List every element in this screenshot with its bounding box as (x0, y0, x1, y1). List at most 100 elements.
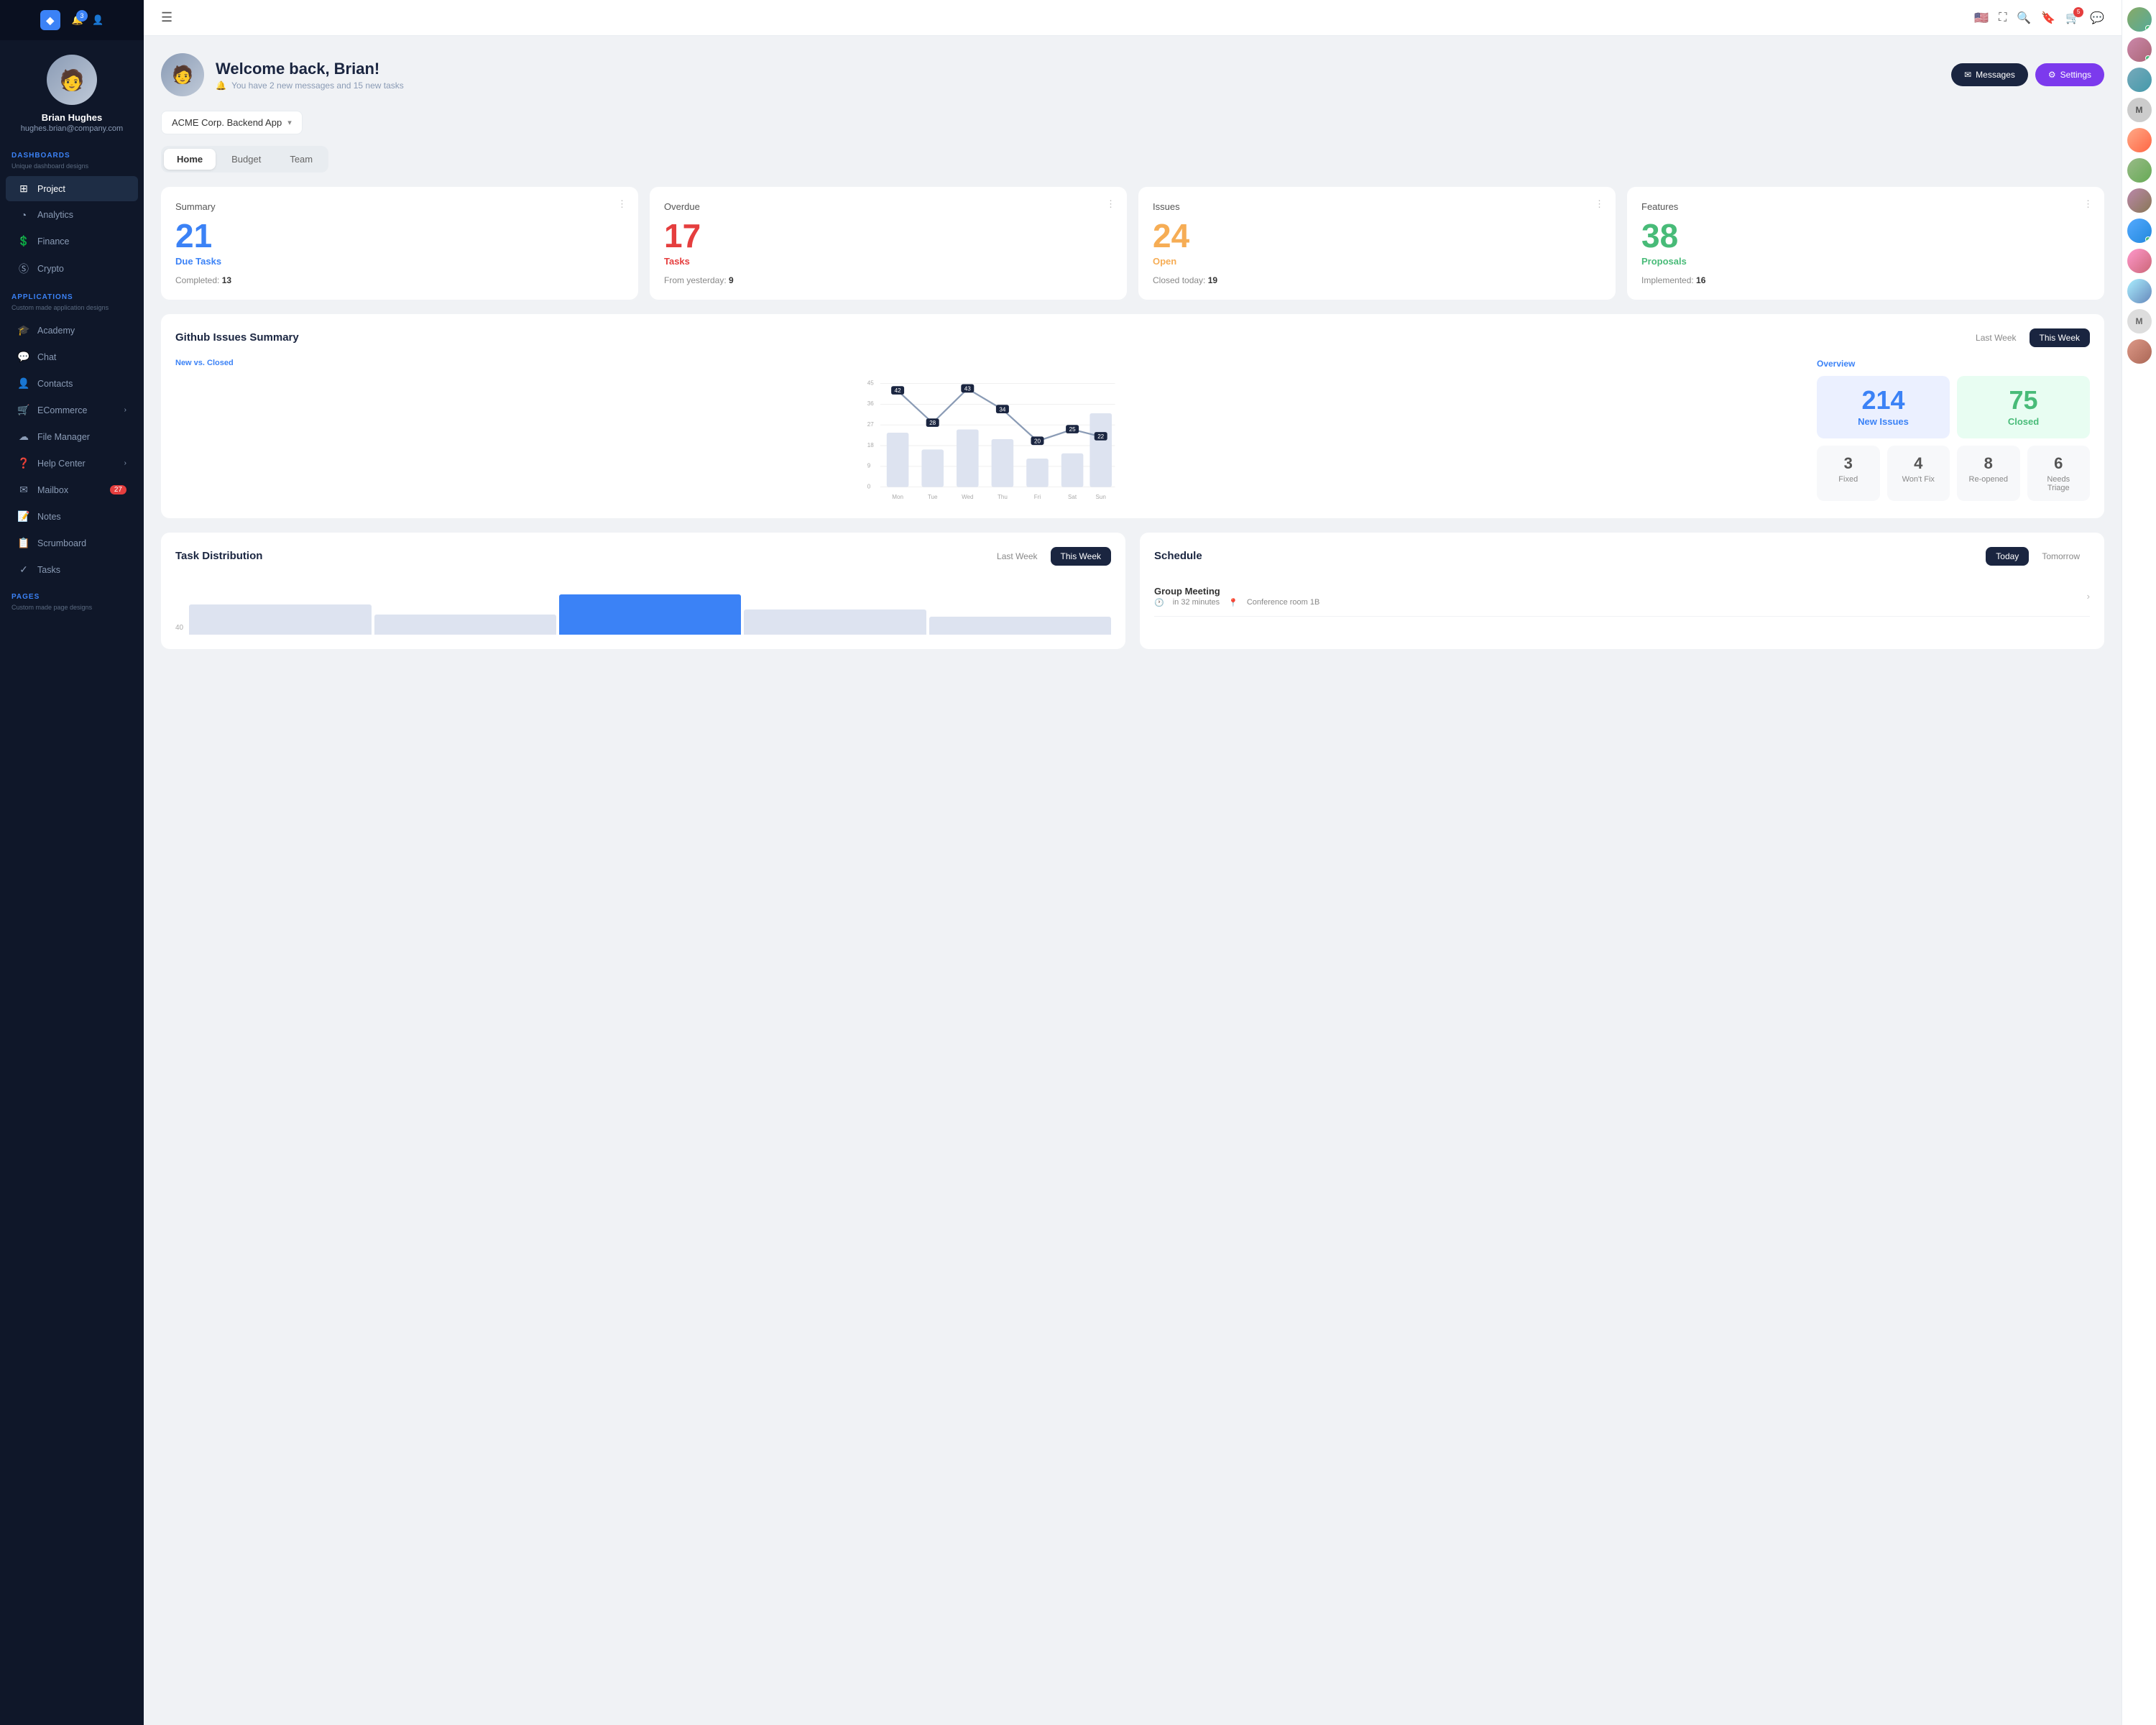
stat-card-features: Features ⋮ 38 Proposals Implemented: 16 (1627, 187, 2104, 300)
svg-text:27: 27 (867, 421, 874, 428)
tab-budget[interactable]: Budget (218, 149, 274, 170)
tab-home[interactable]: Home (164, 149, 216, 170)
welcome-avatar: 🧑 (161, 53, 204, 96)
sidebar-item-label: Notes (37, 512, 61, 522)
welcome-text: Welcome back, Brian! 🔔 You have 2 new me… (216, 60, 1940, 91)
sidebar-item-notes[interactable]: 📝 Notes (6, 504, 138, 529)
closed-number: 75 (1968, 387, 2078, 413)
sidebar-item-scrumboard[interactable]: 📋 Scrumboard (6, 530, 138, 556)
sidebar-item-finance[interactable]: 💲 Finance (6, 229, 138, 254)
user-avatar: 🧑 (47, 55, 97, 105)
sidebar-item-contacts[interactable]: 👤 Contacts (6, 371, 138, 396)
sidebar-item-filemanager[interactable]: ☁ File Manager (6, 424, 138, 449)
helpcenter-arrow: › (124, 459, 126, 467)
envelope-icon: ✉ (1964, 70, 1971, 80)
sidebar-item-academy[interactable]: 🎓 Academy (6, 318, 138, 343)
right-avatar-9[interactable] (2127, 249, 2152, 273)
stat-card-menu[interactable]: ⋮ (1595, 198, 1604, 210)
github-thisweek-tab[interactable]: This Week (2030, 328, 2090, 347)
right-avatar-3[interactable] (2127, 68, 2152, 92)
scrumboard-icon: 📋 (17, 537, 30, 549)
sidebar-item-label: Mailbox (37, 485, 68, 495)
right-avatar-4[interactable]: M (2127, 98, 2152, 122)
schedule-item-info: Group Meeting 🕐 in 32 minutes 📍 Conferen… (1154, 586, 1319, 607)
right-avatar-10[interactable] (2127, 279, 2152, 303)
settings-button[interactable]: ⚙ Settings (2035, 63, 2104, 86)
task-dist-lastweek-tab[interactable]: Last Week (987, 547, 1047, 566)
sidebar-item-label: Help Center (37, 459, 86, 469)
top-bar-icons: 🇺🇸 ⛶ 🔍 🔖 🛒 5 💬 (1974, 11, 2104, 25)
sidebar-item-ecommerce[interactable]: 🛒 ECommerce › (6, 397, 138, 423)
new-issues-number: 214 (1828, 387, 1938, 413)
menu-icon[interactable]: ☰ (161, 10, 172, 25)
right-avatar-1[interactable] (2127, 7, 2152, 32)
sidebar-item-mailbox[interactable]: ✉ Mailbox 27 (6, 477, 138, 502)
schedule-item-meta: 🕐 in 32 minutes 📍 Conference room 1B (1154, 598, 1319, 607)
right-avatar-8[interactable] (2127, 218, 2152, 243)
sidebar-item-crypto[interactable]: Ⓢ Crypto (6, 255, 138, 282)
bottom-section: Task Distribution Last Week This Week 40 (161, 533, 2104, 649)
flag-icon[interactable]: 🇺🇸 (1974, 11, 1989, 25)
right-avatar-12[interactable] (2127, 339, 2152, 364)
svg-text:43: 43 (964, 385, 971, 392)
svg-text:Fri: Fri (1034, 493, 1041, 500)
section-applications-label: APPLICATIONS (0, 283, 144, 304)
mini-card-reopened: 8 Re-opened (1957, 446, 2020, 501)
sidebar: ◆ 🔔 3 👤 🧑 Brian Hughes hughes.brian@comp… (0, 0, 144, 1725)
fullscreen-icon[interactable]: ⛶ (1999, 12, 2007, 24)
stat-card-title: Summary (175, 201, 624, 212)
schedule-location: Conference room 1B (1247, 598, 1320, 607)
user-search-icon[interactable]: 👤 (92, 14, 103, 26)
stat-card-menu[interactable]: ⋮ (2083, 198, 2093, 210)
stat-card-issues: Issues ⋮ 24 Open Closed today: 19 (1138, 187, 1616, 300)
right-avatar-7[interactable] (2127, 188, 2152, 213)
mini-card-needstriage: 6 Needs Triage (2027, 446, 2091, 501)
sidebar-item-helpcenter[interactable]: ❓ Help Center › (6, 451, 138, 476)
schedule-day-tabs: Today Tomorrow (1986, 547, 2090, 566)
github-section-header: Github Issues Summary Last Week This Wee… (175, 328, 2090, 347)
gear-icon: ⚙ (2048, 70, 2056, 80)
welcome-title: Welcome back, Brian! (216, 60, 1940, 78)
stat-card-menu[interactable]: ⋮ (617, 198, 627, 210)
github-lastweek-tab[interactable]: Last Week (1966, 328, 2026, 347)
tab-team[interactable]: Team (277, 149, 326, 170)
sidebar-item-tasks[interactable]: ✓ Tasks (6, 557, 138, 582)
schedule-today-tab[interactable]: Today (1986, 547, 2029, 566)
closed-label: Closed (1968, 416, 2078, 427)
schedule-tomorrow-tab[interactable]: Tomorrow (2032, 547, 2090, 566)
project-selector[interactable]: ACME Corp. Backend App ▾ (161, 111, 303, 134)
right-avatar-5[interactable] (2127, 128, 2152, 152)
bookmark-icon[interactable]: 🔖 (2041, 11, 2055, 25)
search-icon[interactable]: 🔍 (2017, 11, 2031, 25)
github-week-tabs: Last Week This Week (1966, 328, 2090, 347)
svg-text:28: 28 (929, 420, 936, 426)
schedule-title: Schedule (1154, 550, 1986, 562)
stat-sub-summary: Completed: 13 (175, 275, 624, 285)
online-indicator (2145, 236, 2151, 242)
stat-label-summary: Due Tasks (175, 256, 624, 267)
notification-button[interactable]: 🔔 3 (72, 14, 83, 26)
right-avatar-2[interactable] (2127, 37, 2152, 62)
stat-card-summary: Summary ⋮ 21 Due Tasks Completed: 13 (161, 187, 638, 300)
sidebar-item-project[interactable]: ⊞ Project (6, 176, 138, 201)
stat-sub-features: Implemented: 16 (1641, 275, 2090, 285)
right-avatar-11[interactable]: M (2127, 309, 2152, 334)
svg-text:Sat: Sat (1068, 493, 1077, 500)
stat-card-menu[interactable]: ⋮ (1106, 198, 1115, 210)
messages-button[interactable]: ✉ Messages (1951, 63, 2028, 86)
section-pages-sublabel: Custom made page designs (0, 604, 144, 617)
svg-text:9: 9 (867, 462, 871, 469)
bell-small-icon: 🔔 (216, 80, 226, 91)
right-avatar-6[interactable] (2127, 158, 2152, 183)
cart-icon[interactable]: 🛒 5 (2065, 11, 2080, 25)
chat-bubble-icon[interactable]: 💬 (2090, 11, 2104, 25)
stat-cards: Summary ⋮ 21 Due Tasks Completed: 13 Ove… (161, 187, 2104, 300)
schedule-arrow-icon[interactable]: › (2087, 591, 2090, 602)
sidebar-item-chat[interactable]: 💬 Chat (6, 344, 138, 369)
page-tabs: Home Budget Team (161, 146, 328, 172)
action-buttons: ✉ Messages ⚙ Settings (1951, 63, 2104, 86)
task-dist-thisweek-tab[interactable]: This Week (1051, 547, 1111, 566)
location-icon: 📍 (1228, 598, 1238, 607)
app-logo[interactable]: ◆ (40, 10, 60, 30)
sidebar-item-analytics[interactable]: ◔ Analytics (6, 203, 138, 227)
